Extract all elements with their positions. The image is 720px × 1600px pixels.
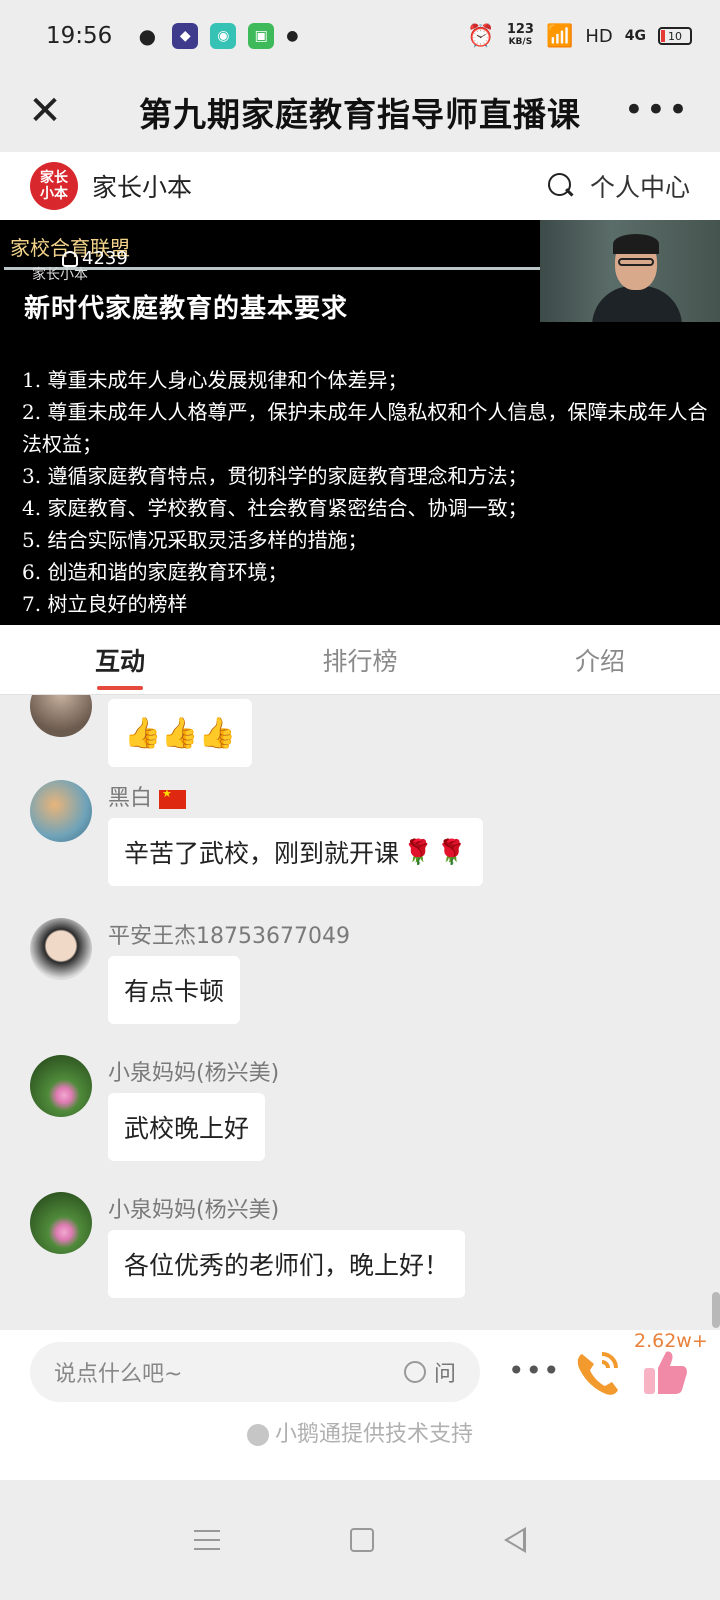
tab-indicator: [97, 686, 143, 690]
thumbs-up-icon: 👍👍👍: [124, 715, 237, 751]
phone-icon[interactable]: [572, 1344, 626, 1400]
message-bubble: 辛苦了武校，刚到就开课 🌹 🌹: [108, 818, 483, 886]
site-name[interactable]: 家长小本: [92, 168, 192, 204]
avatar[interactable]: [30, 918, 92, 980]
china-flag-icon: [159, 787, 187, 809]
live-video[interactable]: 家校合育联盟 家长小本 4239 新时代家庭教育的基本要求 1. 尊重未成年人身…: [0, 220, 720, 625]
tab-ranking[interactable]: 排行榜: [240, 625, 480, 694]
close-icon[interactable]: ✕: [22, 88, 68, 134]
app-icon: ◆: [172, 23, 199, 49]
scrollbar[interactable]: [712, 1292, 720, 1328]
page-title: 第九期家庭教育指导师直播课: [139, 95, 581, 134]
avatar[interactable]: [30, 1055, 92, 1117]
slide-point: 2. 尊重未成年人人格尊严，保护未成年人隐私权和个人信息，保障未成年人合法权益；: [22, 400, 708, 456]
message-bubble: 有点卡顿: [108, 956, 241, 1024]
alarm-icon: ⏰: [467, 23, 495, 49]
slide-point: 3. 遵循家庭教育特点，贯彻科学的家庭教育理念和方法；: [22, 464, 528, 488]
comment-input[interactable]: 说点什么吧~ 问: [30, 1342, 480, 1402]
chat-list[interactable]: 👍👍👍 黑白 辛苦了武校，刚到就开课 🌹 🌹 平安王杰18753677049 有…: [0, 695, 720, 1355]
home-icon[interactable]: [350, 1528, 374, 1552]
slide-point: 1. 尊重未成年人身心发展规律和个体差异；: [22, 368, 408, 392]
speed-indicator: 123 KB/S: [506, 22, 534, 47]
viewer-count: 4239: [62, 248, 128, 269]
menu-icon[interactable]: [194, 1530, 220, 1550]
input-bar: 说点什么吧~ 问 ••• 2.62w+ 小鹅通提供技术支持: [0, 1330, 720, 1480]
sender-name: 平安王杰18753677049: [108, 924, 350, 949]
message-bubble: 武校晚上好: [108, 1093, 266, 1161]
tab-interaction[interactable]: 互动: [0, 625, 240, 694]
slide-point: 4. 家庭教育、学校教育、社会教育紧密结合、协调一致；: [22, 496, 528, 520]
message-bubble: 各位优秀的老师们，晚上好！: [108, 1230, 466, 1298]
dot-icon: ●: [286, 28, 299, 44]
hd-label: HD: [585, 25, 613, 47]
back-icon[interactable]: [504, 1527, 526, 1553]
avatar[interactable]: [30, 695, 92, 737]
slide-title: 新时代家庭教育的基本要求: [24, 294, 349, 324]
signal-label: 4G: [624, 28, 646, 44]
rose-icon: 🌹: [436, 838, 467, 866]
tab-bar: 互动 排行榜 介绍: [0, 625, 720, 695]
system-nav-bar: [0, 1480, 720, 1600]
presenter-camera[interactable]: [540, 220, 720, 322]
slide-point: 5. 结合实际情况采取灵活多样的措施；: [22, 528, 368, 552]
tab-intro[interactable]: 介绍: [480, 625, 720, 694]
slide-point: 7. 树立良好的榜样: [22, 592, 188, 616]
logo[interactable]: 家长小本: [30, 162, 78, 210]
title-bar: ✕ 第九期家庭教育指导师直播课 •••: [0, 72, 720, 152]
slide-point: 6. 创造和谐的家庭教育环境；: [22, 560, 288, 584]
xiaoe-logo-icon: [246, 1424, 269, 1446]
ask-toggle[interactable]: 问: [403, 1356, 456, 1388]
viewer-icon: [62, 250, 78, 267]
site-header: 家长小本 家长小本 个人中心: [0, 152, 720, 220]
status-bar: 19:56 ● ◆ ◉ ▣ ● ⏰ 123 KB/S 📶 HD 4G 10: [0, 0, 720, 72]
rose-icon: 🌹: [403, 838, 433, 866]
battery-icon: 10: [658, 27, 692, 45]
sender-name: 小泉妈妈(杨兴美): [108, 1198, 280, 1223]
support-text: 小鹅通提供技术支持: [0, 1416, 720, 1448]
slide-points: 1. 尊重未成年人身心发展规律和个体差异； 2. 尊重未成年人人格尊严，保护未成…: [22, 364, 712, 620]
message-bubble: 👍👍👍: [108, 699, 253, 767]
avatar[interactable]: [30, 780, 92, 842]
store-icon: ▣: [248, 23, 275, 49]
sender-name: 小泉妈妈(杨兴美): [108, 1061, 280, 1086]
like-icon[interactable]: [640, 1346, 690, 1398]
personal-center-link[interactable]: 个人中心: [590, 168, 690, 204]
wifi-icon: 📶: [545, 23, 574, 49]
radio-icon: [403, 1361, 426, 1383]
wechat-icon: ●: [138, 24, 157, 48]
more-options-button[interactable]: •••: [508, 1354, 561, 1387]
status-time: 19:56: [46, 23, 113, 49]
more-icon[interactable]: •••: [624, 90, 690, 130]
search-icon[interactable]: [547, 173, 574, 199]
music-icon: ◉: [210, 23, 237, 49]
avatar[interactable]: [30, 1192, 92, 1254]
sender-name: 黑白: [108, 780, 187, 812]
